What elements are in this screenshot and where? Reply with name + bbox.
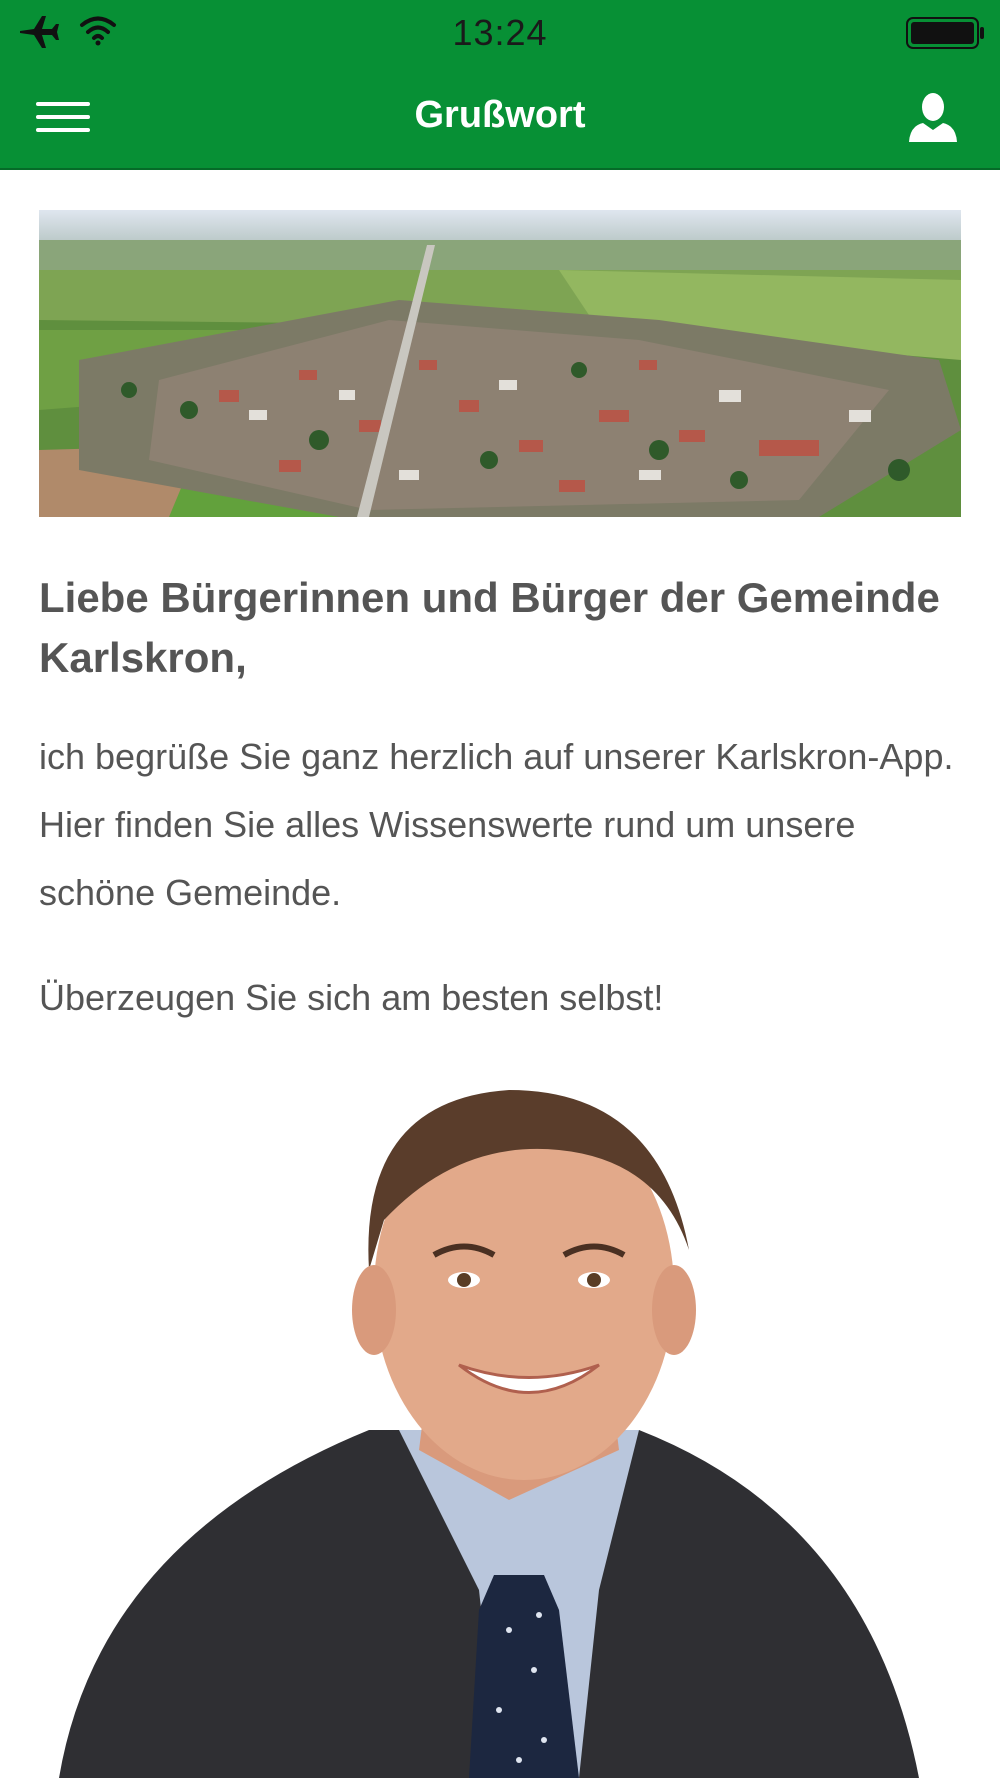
mayor-portrait-image — [39, 1070, 961, 1778]
greeting-headline: Liebe Bürgerinnen und Bürger der Gemeind… — [39, 574, 940, 681]
status-time: 13:24 — [452, 12, 548, 53]
navigation-bar: Grußwort — [0, 64, 1000, 170]
battery-icon — [906, 17, 984, 49]
page-title: Grußwort — [414, 94, 586, 136]
user-icon[interactable] — [905, 90, 961, 144]
invitation-paragraph: Überzeugen Sie sich am besten selbst! — [39, 977, 664, 1018]
village-aerial-image — [39, 210, 961, 517]
app-header: 13:24 Grußwort — [0, 0, 1000, 170]
hamburger-menu-icon[interactable] — [30, 92, 96, 142]
status-bar: 13:24 — [0, 0, 1000, 64]
welcome-paragraph: ich begrüße Sie ganz herzlich auf unsere… — [39, 736, 954, 913]
